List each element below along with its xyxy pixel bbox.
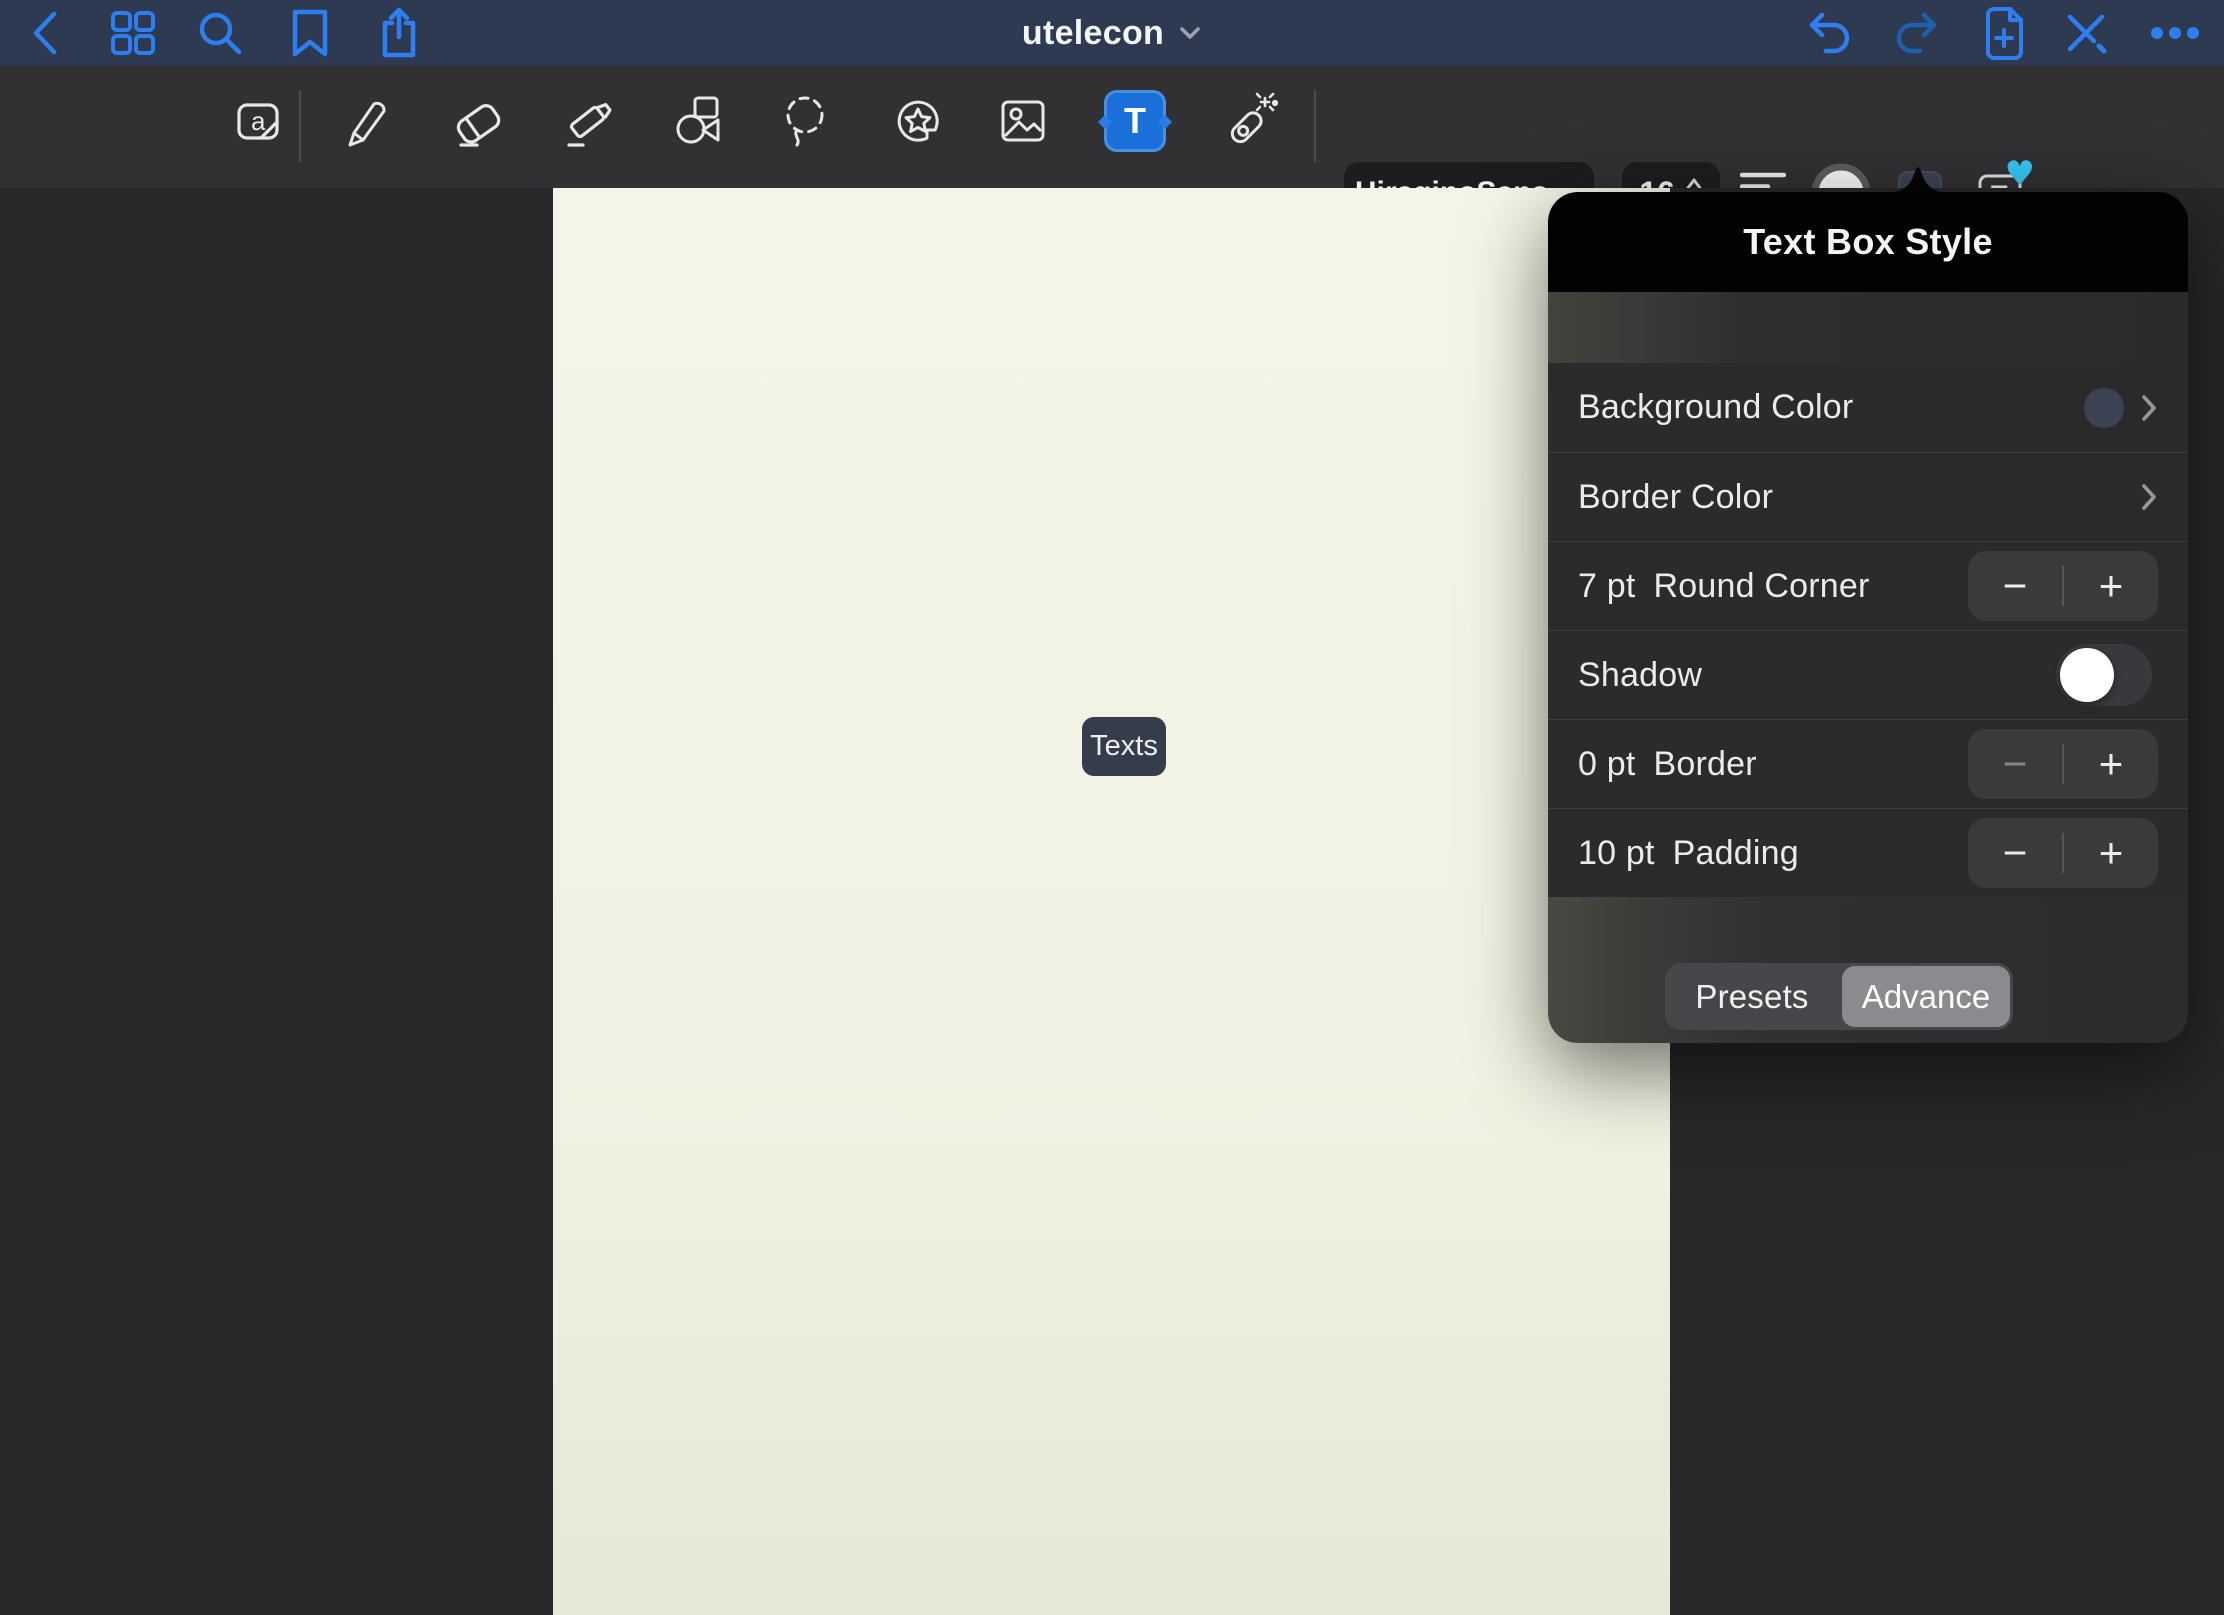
- row-shadow: Shadow: [1548, 630, 2188, 719]
- title-chevron-down-icon: [1178, 25, 1202, 41]
- popover-title: Text Box Style: [1743, 221, 1993, 263]
- round-corner-value: 7 pt: [1578, 567, 1636, 606]
- toolbar-separator: [299, 90, 301, 162]
- redo-icon: [1892, 8, 1942, 58]
- text-box-style-popover: Text Box Style Background Color Border C…: [1548, 192, 2188, 1043]
- row-background-color[interactable]: Background Color: [1548, 363, 2188, 452]
- text-box-content: Texts: [1090, 730, 1158, 763]
- round-corner-stepper: − +: [1968, 551, 2158, 621]
- presets-tab[interactable]: Presets: [1665, 963, 1839, 1030]
- stop-editing-button[interactable]: [2058, 5, 2114, 61]
- bookmark-button[interactable]: [282, 5, 338, 61]
- chevron-right-icon: [2140, 392, 2158, 424]
- eraser-icon: [447, 90, 509, 152]
- more-ellipsis-icon: [2149, 25, 2201, 41]
- undo-button[interactable]: [1801, 5, 1857, 61]
- back-chevron-icon: [30, 10, 60, 56]
- border-width-value: 0 pt: [1578, 745, 1636, 784]
- share-button[interactable]: [371, 5, 427, 61]
- row-label: Padding: [1673, 834, 1799, 873]
- row-label: Border Color: [1578, 478, 1773, 517]
- tool-elements-button[interactable]: [882, 85, 954, 157]
- image-icon: [993, 91, 1053, 151]
- text-tool-glyph: T: [1124, 100, 1146, 142]
- shapes-icon: [670, 91, 730, 151]
- laser-pointer-icon: [1218, 90, 1280, 152]
- tool-shapes-button[interactable]: [664, 85, 736, 157]
- padding-decrease-button[interactable]: −: [1968, 818, 2062, 888]
- tool-highlighter-button[interactable]: [552, 85, 624, 157]
- border-width-stepper: − +: [1968, 729, 2158, 799]
- undo-icon: [1804, 8, 1854, 58]
- lasso-icon: [775, 90, 835, 152]
- row-round-corner: 7 pt Round Corner − +: [1548, 541, 2188, 630]
- toggle-knob: [2060, 648, 2114, 702]
- tool-lasso-button[interactable]: [769, 85, 841, 157]
- row-label: Shadow: [1578, 656, 1702, 695]
- tool-pen-button[interactable]: [330, 85, 402, 157]
- border-width-increase-button[interactable]: +: [2064, 729, 2158, 799]
- presets-advance-segmented-control: Presets Advance: [1665, 963, 2013, 1030]
- add-page-icon: [1982, 6, 2026, 60]
- current-background-color-swatch: [2084, 388, 2124, 428]
- tool-image-button[interactable]: [987, 85, 1059, 157]
- document-title-label[interactable]: utelecon: [1022, 14, 1164, 53]
- toolbar-separator: [1314, 90, 1316, 162]
- row-label: Round Corner: [1654, 567, 1870, 606]
- round-corner-decrease-button[interactable]: −: [1968, 551, 2062, 621]
- svg-text:a: a: [251, 106, 266, 136]
- advance-tab[interactable]: Advance: [1842, 966, 2010, 1027]
- add-page-button[interactable]: [1976, 5, 2032, 61]
- popover-footer: Presets Advance: [1548, 897, 2188, 1043]
- style-options-list: Background Color Border Color 7 pt: [1548, 363, 2188, 897]
- chevron-right-icon: [2140, 481, 2158, 513]
- navigation-bar: utelecon: [0, 0, 2224, 66]
- text-tool-handle-right: [1158, 115, 1172, 129]
- pen-icon: [336, 91, 396, 151]
- page[interactable]: Texts: [553, 188, 1670, 1615]
- row-label: Border: [1654, 745, 1757, 784]
- search-icon: [197, 10, 243, 56]
- row-label: Background Color: [1578, 388, 1853, 427]
- padding-value: 10 pt: [1578, 834, 1655, 873]
- back-button[interactable]: [17, 5, 73, 61]
- row-border-color[interactable]: Border Color: [1548, 452, 2188, 541]
- popover-spacer: [1548, 292, 2188, 363]
- highlighter-icon: [557, 90, 619, 152]
- text-tool-handle-left: [1098, 115, 1112, 129]
- tool-readonly-button[interactable]: a: [221, 85, 293, 157]
- share-icon: [377, 7, 421, 59]
- popover-arrow: [1886, 164, 1950, 193]
- shadow-toggle[interactable]: [2056, 644, 2152, 706]
- row-border-width: 0 pt Border − +: [1548, 719, 2188, 808]
- more-button[interactable]: [2147, 5, 2203, 61]
- tool-text-button[interactable]: T: [1104, 90, 1166, 152]
- search-button[interactable]: [192, 5, 248, 61]
- round-corner-increase-button[interactable]: +: [2064, 551, 2158, 621]
- tool-pointer-button[interactable]: [1213, 85, 1285, 157]
- sticker-star-icon: [888, 91, 948, 151]
- grid-icon: [110, 10, 156, 56]
- pencil-cross-icon: [2062, 9, 2110, 57]
- padding-stepper: − +: [1968, 818, 2158, 888]
- redo-button[interactable]: [1889, 5, 1945, 61]
- popover-header: Text Box Style: [1548, 192, 2188, 292]
- readonly-icon: a: [228, 92, 286, 150]
- border-width-decrease-button[interactable]: −: [1968, 729, 2062, 799]
- goodnotes-app: utelecon: [0, 0, 2224, 1615]
- bookmark-icon: [291, 8, 329, 58]
- row-padding: 10 pt Padding − +: [1548, 808, 2188, 897]
- text-box[interactable]: Texts: [1082, 717, 1166, 776]
- pages-overview-button[interactable]: [105, 5, 161, 61]
- padding-increase-button[interactable]: +: [2064, 818, 2158, 888]
- tool-eraser-button[interactable]: [442, 85, 514, 157]
